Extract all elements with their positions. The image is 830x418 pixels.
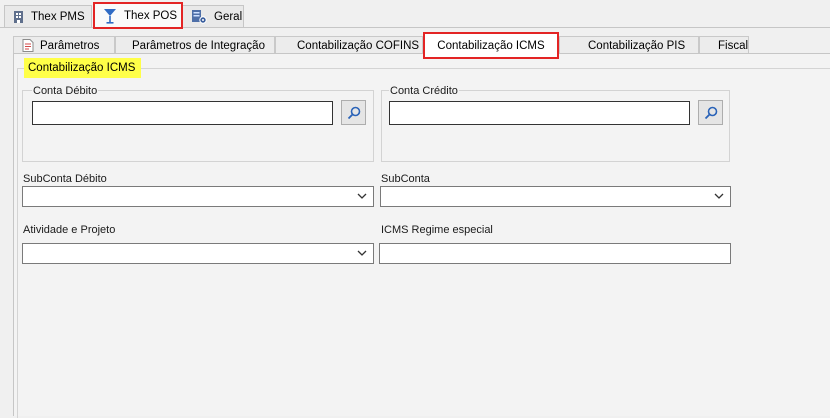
conta-credito-label: Conta Crédito xyxy=(389,85,459,97)
tab-fiscal-label: Fiscal xyxy=(718,39,749,52)
chevron-down-icon xyxy=(356,190,368,202)
tab-fiscal[interactable]: Fiscal xyxy=(699,36,749,54)
top-tab-bar: Thex PMS Geral Thex POS xyxy=(0,0,830,29)
tab-contabilizacao-icms-label: Contabilização ICMS xyxy=(437,39,545,52)
subconta-label: SubConta xyxy=(381,173,430,185)
tab-thex-pos[interactable]: Thex POS xyxy=(93,2,183,29)
tab-parametros-integracao-label: Parâmetros de Integração xyxy=(132,39,265,52)
tab-thex-pms[interactable]: Thex PMS xyxy=(4,5,92,27)
tab-geral[interactable]: Geral xyxy=(182,5,244,27)
search-icon xyxy=(347,106,361,120)
atividade-projeto-select[interactable] xyxy=(22,243,374,264)
chevron-down-icon xyxy=(356,247,368,259)
icms-regime-input[interactable] xyxy=(379,243,731,264)
tab-geral-label: Geral xyxy=(214,10,243,23)
subconta-select[interactable] xyxy=(380,186,731,207)
icms-regime-label: ICMS Regime especial xyxy=(381,224,493,236)
tab-parametros-label: Parâmetros xyxy=(40,39,100,52)
tab-parametros[interactable]: Parâmetros xyxy=(13,36,115,54)
tab-thex-pos-label: Thex POS xyxy=(124,9,178,22)
conta-debito-label: Conta Débito xyxy=(32,85,99,97)
tab-contabilizacao-pis-label: Contabilização PIS xyxy=(588,39,686,52)
search-icon xyxy=(704,106,718,120)
tab-thex-pms-label: Thex PMS xyxy=(31,10,85,23)
tab-contabilizacao-pis[interactable]: Contabilização PIS xyxy=(559,36,699,54)
conta-credito-search-button[interactable] xyxy=(698,100,723,125)
section-title: Contabilização ICMS xyxy=(24,58,141,78)
building-icon xyxy=(13,10,24,24)
tab-contabilizacao-cofins-label: Contabilização COFINS xyxy=(297,39,420,52)
conta-debito-input[interactable] xyxy=(32,101,333,125)
tab-contabilizacao-cofins[interactable]: Contabilização COFINS xyxy=(275,36,423,54)
tab-parametros-integracao[interactable]: Parâmetros de Integração xyxy=(115,36,275,54)
server-settings-icon xyxy=(191,9,207,24)
subconta-debito-select[interactable] xyxy=(22,186,374,207)
cocktail-glass-icon xyxy=(103,8,117,24)
chevron-down-icon xyxy=(713,190,725,202)
conta-debito-search-button[interactable] xyxy=(341,100,366,125)
atividade-projeto-label: Atividade e Projeto xyxy=(23,224,116,236)
tab-contabilizacao-icms[interactable]: Contabilização ICMS xyxy=(423,32,559,59)
subconta-debito-label: SubConta Débito xyxy=(23,173,107,185)
conta-credito-input[interactable] xyxy=(389,101,690,125)
document-icon xyxy=(22,39,34,52)
